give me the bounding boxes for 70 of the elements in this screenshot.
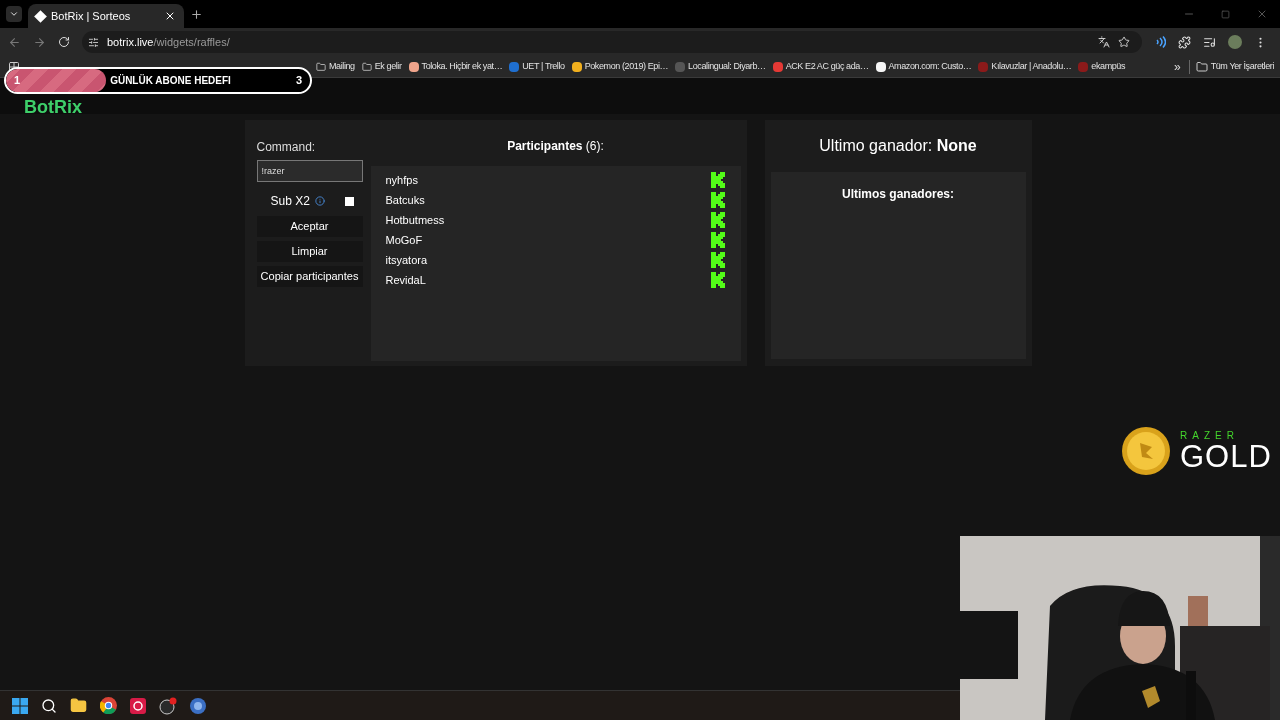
broadcast-icon[interactable] xyxy=(1154,36,1166,48)
command-label: Command: xyxy=(256,139,317,156)
action-button[interactable]: Limpiar xyxy=(256,241,363,262)
extensions-icon[interactable] xyxy=(1178,35,1191,49)
participant-name: RevidaL xyxy=(385,272,426,288)
product-text: GOLD xyxy=(1180,440,1272,472)
bookmark-item[interactable]: Mailing xyxy=(314,57,357,76)
more-bookmarks-button[interactable]: » xyxy=(1170,57,1185,76)
sub-x2-checkbox[interactable] xyxy=(344,196,354,206)
participants-title: Participantes (6): xyxy=(507,138,604,155)
browser-tab[interactable]: BotRix | Sorteos xyxy=(28,4,184,28)
address-bar[interactable]: botrix.live/widgets/raffles/ xyxy=(82,31,1142,53)
chrome-icon[interactable] xyxy=(100,697,117,714)
obs-icon[interactable] xyxy=(159,696,177,715)
folder-icon[interactable] xyxy=(70,697,87,714)
tab-list-button[interactable] xyxy=(6,6,22,22)
app-icon[interactable] xyxy=(190,697,206,714)
bookmark-item[interactable]: ACK E2 AC güç ada… xyxy=(770,57,871,76)
close-icon[interactable] xyxy=(164,10,176,22)
kick-icon xyxy=(710,212,725,228)
participant-name: Hotbutmess xyxy=(385,212,445,228)
kick-icon xyxy=(710,272,725,288)
kick-icon xyxy=(710,172,725,188)
goal-label: GÜNLÜK ABONE HEDEFI xyxy=(110,73,232,88)
bookmark-item[interactable]: ekampüs xyxy=(1076,57,1128,76)
folder-icon xyxy=(1195,60,1208,73)
bookmark-item[interactable]: Localingual: Diyarb… xyxy=(673,57,768,76)
bookmark-item[interactable]: Toloka. Hiçbir ek yat… xyxy=(406,57,505,76)
logo: BotRix xyxy=(24,97,82,117)
site-settings-icon xyxy=(88,36,99,48)
bookmark-item[interactable]: Ek gelir xyxy=(359,57,404,76)
goal-target: 3 xyxy=(295,73,302,89)
url-text: botrix.live/widgets/raffles/ xyxy=(107,34,231,50)
folder-icon xyxy=(361,61,372,72)
folder-icon xyxy=(316,61,326,72)
back-icon[interactable] xyxy=(8,35,21,49)
chevron-icon xyxy=(9,9,19,19)
reload-icon[interactable] xyxy=(58,36,70,48)
bookmark-item[interactable]: Amazon.com: Custo… xyxy=(873,57,974,76)
participant-name: itsyatora xyxy=(385,252,428,268)
goal-current: 1 xyxy=(14,73,21,89)
participant-name: Batcuks xyxy=(385,192,425,208)
winners-title: Ultimos ganadores: xyxy=(842,186,954,203)
action-button[interactable]: Copiar participantes xyxy=(256,266,363,287)
profile-avatar[interactable] xyxy=(1228,35,1242,49)
new-tab-icon[interactable] xyxy=(190,7,203,21)
action-button[interactable]: Aceptar xyxy=(256,216,363,237)
media-icon[interactable] xyxy=(1203,35,1216,49)
bookmark-item[interactable]: Kılavuzlar | Anadolu… xyxy=(976,57,1074,76)
tab-title: BotRix | Sorteos xyxy=(51,8,132,24)
brand-text: RAZER xyxy=(1180,430,1240,441)
sub-x2-label: Sub X2 xyxy=(270,193,310,210)
star-icon[interactable] xyxy=(1118,36,1130,48)
participant-name: MoGoF xyxy=(385,232,423,248)
info-icon[interactable] xyxy=(314,196,325,206)
last-winner-text: Ultimo ganador: None xyxy=(819,136,977,156)
windows-icon[interactable] xyxy=(12,697,28,714)
search-icon[interactable] xyxy=(41,697,57,714)
coin-icon xyxy=(1122,427,1170,475)
forward-icon[interactable] xyxy=(33,35,46,49)
bookmark-item[interactable]: UET | Trello xyxy=(507,57,567,76)
command-field[interactable]: !razer xyxy=(256,160,363,182)
participant-name: nyhfps xyxy=(385,172,418,188)
translate-icon[interactable] xyxy=(1098,36,1110,48)
bookmark-item[interactable]: Pokemon (2019) Epi… xyxy=(569,57,671,76)
kick-icon xyxy=(710,192,725,208)
kick-icon xyxy=(710,252,725,268)
app-icon[interactable] xyxy=(130,697,146,714)
kick-icon xyxy=(710,232,725,248)
all-bookmarks-button[interactable]: Tüm Yer İşaretleri xyxy=(1193,59,1276,74)
